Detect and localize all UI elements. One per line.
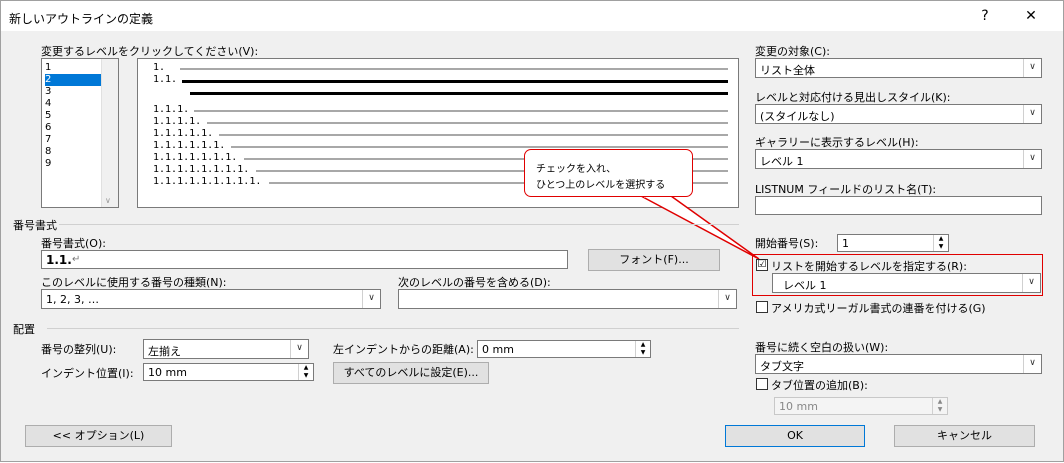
- gallery-level-value: レベル 1: [760, 155, 804, 168]
- restart-checkbox[interactable]: ☑: [756, 259, 768, 271]
- return-mark-icon: ↵: [72, 254, 81, 265]
- link-style-value: (スタイルなし): [760, 110, 835, 123]
- callout-line-1: チェックを入れ、: [536, 164, 617, 175]
- number-format-section: 番号書式: [13, 219, 57, 232]
- link-style-dropdown[interactable]: (スタイルなし) ∨: [755, 104, 1042, 124]
- indent-value: 10 mm: [148, 366, 187, 379]
- include-level-label: 次のレベルの番号を含める(D):: [398, 276, 551, 289]
- start-at-spinner[interactable]: 1 ▲ ▼: [837, 234, 949, 252]
- cancel-button[interactable]: キャンセル: [894, 425, 1035, 447]
- chevron-down-icon[interactable]: ∨: [1023, 355, 1041, 373]
- position-section: 配置: [13, 323, 35, 336]
- restart-level-dropdown[interactable]: レベル 1 ∨: [772, 273, 1041, 293]
- chevron-down-icon[interactable]: ∨: [362, 290, 380, 308]
- tabstop-spinner[interactable]: 10 mm ▲ ▼: [774, 397, 948, 415]
- restart-label: リストを開始するレベルを指定する(R):: [771, 260, 967, 273]
- apply-to-value: リスト全体: [760, 64, 815, 77]
- ok-button[interactable]: OK: [725, 425, 865, 447]
- number-style-label: このレベルに使用する番号の種類(N):: [41, 276, 227, 289]
- format-label: 番号書式(O):: [41, 237, 106, 250]
- align-value: 左揃え: [148, 345, 181, 358]
- chevron-down-icon[interactable]: ∨: [1022, 274, 1040, 292]
- spin-arrows-icon[interactable]: ▲ ▼: [635, 341, 650, 357]
- apply-to-label: 変更の対象(C):: [755, 45, 830, 58]
- restart-level-value: レベル 1: [783, 279, 827, 292]
- aligned-at-value: 0 mm: [482, 343, 514, 356]
- divider: [59, 224, 739, 225]
- tabstop-checkbox[interactable]: [756, 378, 768, 390]
- tabstop-value: 10 mm: [779, 400, 818, 413]
- chevron-down-icon[interactable]: ∨: [290, 340, 308, 358]
- follow-dropdown[interactable]: タブ文字 ∨: [755, 354, 1042, 374]
- number-style-value: 1, 2, 3, …: [46, 293, 99, 306]
- chevron-down-icon[interactable]: ∨: [1023, 105, 1041, 123]
- chevron-down-icon[interactable]: ∨: [1023, 59, 1041, 77]
- indent-spinner[interactable]: 10 mm ▲ ▼: [143, 363, 314, 381]
- gallery-level-dropdown[interactable]: レベル 1 ∨: [755, 149, 1042, 169]
- format-input[interactable]: 1.1. ↵: [41, 250, 568, 269]
- apply-to-dropdown[interactable]: リスト全体 ∨: [755, 58, 1042, 78]
- callout-line-2: ひとつ上のレベルを選択する: [536, 180, 666, 191]
- spin-arrows-icon[interactable]: ▲ ▼: [933, 235, 948, 251]
- listnum-input[interactable]: [755, 196, 1042, 215]
- tabstop-label: タブ位置の追加(B):: [771, 379, 868, 392]
- aligned-at-label: 左インデントからの距離(A):: [333, 343, 474, 356]
- font-button[interactable]: フォント(F)...: [588, 249, 720, 271]
- spin-arrows-icon[interactable]: ▲ ▼: [298, 364, 313, 380]
- link-style-label: レベルと対応付ける見出しスタイル(K):: [755, 91, 951, 104]
- chevron-down-icon[interactable]: ∨: [1023, 150, 1041, 168]
- outline-dialog: 新しいアウトラインの定義 ? ✕ 変更するレベルをクリックしてください(V): …: [0, 0, 1064, 462]
- gallery-level-label: ギャラリーに表示するレベル(H):: [755, 136, 919, 149]
- start-at-label: 開始番号(S):: [755, 237, 819, 250]
- legal-checkbox[interactable]: [756, 301, 768, 313]
- chevron-down-icon[interactable]: ∨: [718, 290, 736, 308]
- follow-label: 番号に続く空白の扱い(W):: [755, 341, 889, 354]
- set-all-levels-button[interactable]: すべてのレベルに設定(E)...: [333, 362, 489, 384]
- align-dropdown[interactable]: 左揃え ∨: [143, 339, 309, 359]
- divider: [47, 328, 739, 329]
- options-button[interactable]: << オプション(L): [25, 425, 172, 447]
- spin-arrows-icon[interactable]: ▲ ▼: [932, 398, 947, 414]
- callout-box: チェックを入れ、 ひとつ上のレベルを選択する: [524, 149, 693, 197]
- include-level-dropdown[interactable]: ∨: [398, 289, 737, 309]
- legal-label: アメリカ式リーガル書式の連番を付ける(G): [771, 302, 986, 315]
- number-style-dropdown[interactable]: 1, 2, 3, … ∨: [41, 289, 381, 309]
- listnum-label: LISTNUM フィールドのリスト名(T):: [755, 183, 937, 196]
- align-label: 番号の整列(U):: [41, 343, 117, 356]
- start-at-value: 1: [842, 237, 849, 250]
- indent-label: インデント位置(I):: [41, 367, 134, 380]
- aligned-at-spinner[interactable]: 0 mm ▲ ▼: [477, 340, 651, 358]
- format-value: 1.1.: [46, 253, 72, 267]
- follow-value: タブ文字: [760, 360, 804, 373]
